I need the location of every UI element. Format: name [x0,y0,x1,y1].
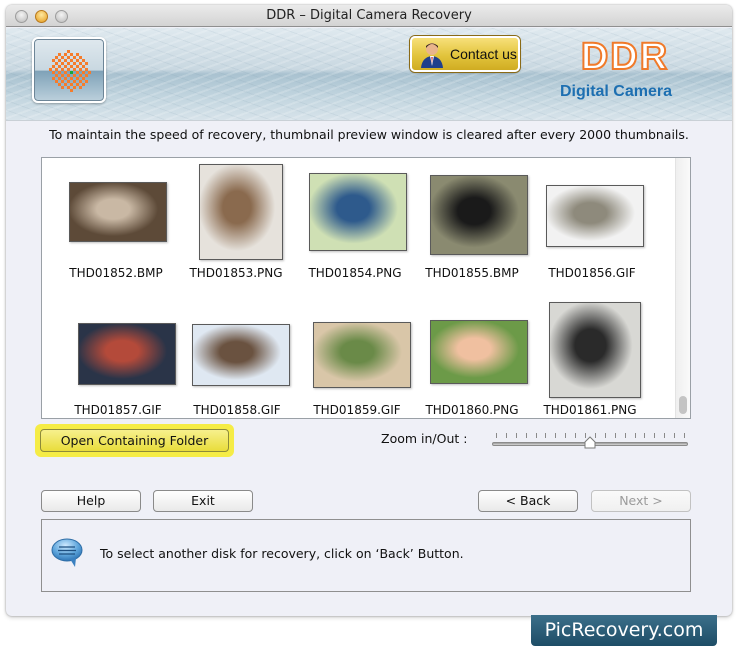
minimize-window-button[interactable] [35,10,48,23]
zoom-slider-tick [604,433,606,438]
zoom-slider-tick [545,433,547,438]
message-box: To select another disk for recovery, cli… [41,519,691,592]
zoom-slider-tick [674,433,676,438]
zoom-slider-tick [654,433,656,438]
brand-subtitle: Digital Camera [559,83,673,100]
exit-button[interactable]: Exit [153,490,253,512]
window-title: DDR – Digital Camera Recovery [266,8,472,23]
thumbnail-filename: THD01859.GIF [313,403,401,417]
open-folder-highlight: Open Containing Folder [35,424,234,457]
app-header: Contact us DDR Digital Camera [6,28,732,121]
message-text: To select another disk for recovery, cli… [100,546,464,561]
next-button[interactable]: Next > [591,490,691,512]
thumbnail-image[interactable] [309,173,407,251]
vertical-scrollbar[interactable] [675,158,690,418]
zoom-slider-tick [535,433,537,438]
zoom-slider-tick [684,433,685,438]
thumbnail-image[interactable] [199,164,283,260]
thumbnail-image[interactable] [549,302,641,398]
zoom-slider[interactable] [490,431,690,449]
picrecovery-watermark: PicRecovery.com [531,615,717,646]
zoom-slider-tick [634,433,636,438]
open-containing-folder-button[interactable]: Open Containing Folder [40,429,229,452]
thumbnail-preview-panel[interactable]: THD01852.BMP THD01853.PNG THD01854.PNG THD0… [41,157,691,419]
person-icon [421,43,443,68]
thumbnail-image[interactable] [69,182,167,242]
zoom-slider-tick [644,433,646,438]
scrollbar-thumb[interactable] [679,396,687,414]
back-button[interactable]: < Back [478,490,578,512]
zoom-slider-tick [624,433,626,438]
thumbnail-image[interactable] [430,320,528,384]
thumbnail-image[interactable] [313,322,411,388]
brand-title: DDR [580,35,670,79]
zoom-window-button[interactable] [55,10,68,23]
thumbnail-filename: THD01855.BMP [425,266,519,280]
zoom-slider-tick [594,433,596,438]
thumbnail-filename: THD01857.GIF [74,403,162,417]
thumbnail-filename: THD01854.PNG [308,266,402,280]
title-bar: DDR – Digital Camera Recovery [6,5,732,27]
zoom-slider-tick [496,433,497,438]
thumbnail-image[interactable] [78,323,176,385]
thumbnail-filename: THD01861.PNG [543,403,637,417]
thumbnail-image[interactable] [430,175,528,255]
thumbnail-image[interactable] [546,185,644,247]
ddr-app-logo-icon [32,37,106,103]
contact-us-label: Contact us [450,46,517,62]
thumbnail-filename: THD01852.BMP [69,266,163,280]
zoom-slider-tick [565,433,567,438]
zoom-slider-tick [505,433,507,438]
zoom-label: Zoom in/Out : [381,431,468,446]
zoom-slider-tick [575,433,577,438]
zoom-slider-tick [515,433,517,438]
zoom-slider-tick [614,433,616,438]
zoom-slider-tick [585,433,587,438]
app-window: DDR – Digital Camera Recovery Contact us… [6,5,732,616]
thumbnail-notice: To maintain the speed of recovery, thumb… [49,127,689,142]
thumbnail-filename: THD01858.GIF [193,403,281,417]
zoom-slider-tick [664,433,666,438]
thumbnail-filename: THD01853.PNG [189,266,283,280]
thumbnail-filename: THD01860.PNG [425,403,519,417]
help-button[interactable]: Help [41,490,141,512]
speech-bubble-icon [51,538,83,567]
zoom-slider-tick [525,433,527,438]
close-window-button[interactable] [15,10,28,23]
thumbnail-image[interactable] [192,324,290,386]
contact-us-button[interactable]: Contact us [410,36,520,72]
zoom-slider-tick [555,433,557,438]
thumbnail-filename: THD01856.GIF [548,266,636,280]
